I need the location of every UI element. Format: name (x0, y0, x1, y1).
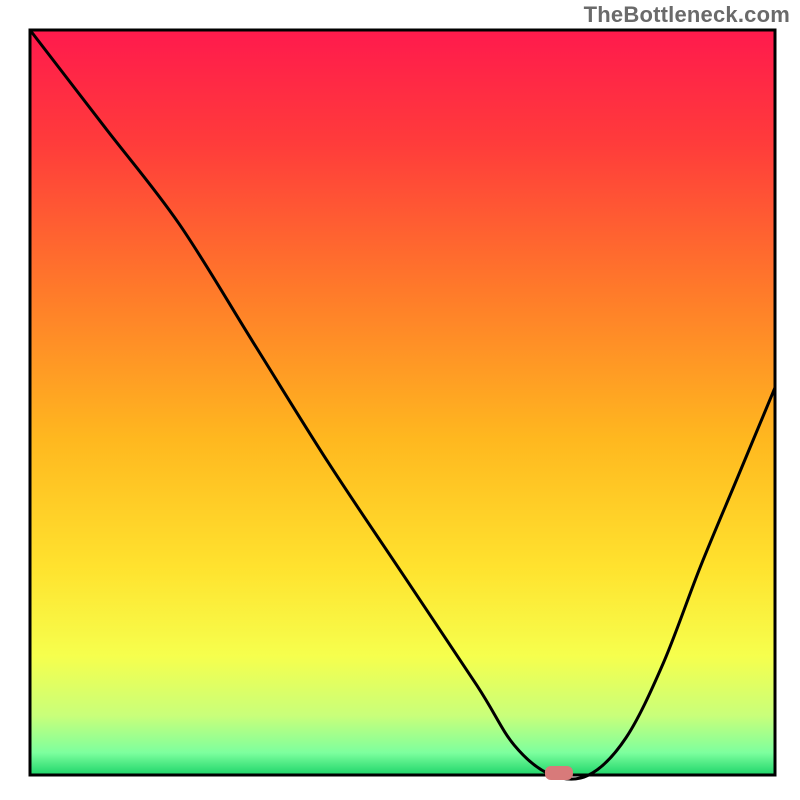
bottleneck-chart (0, 0, 800, 800)
watermark-label: TheBottleneck.com (584, 2, 790, 28)
chart-container: TheBottleneck.com (0, 0, 800, 800)
optimal-point-marker (545, 766, 573, 780)
